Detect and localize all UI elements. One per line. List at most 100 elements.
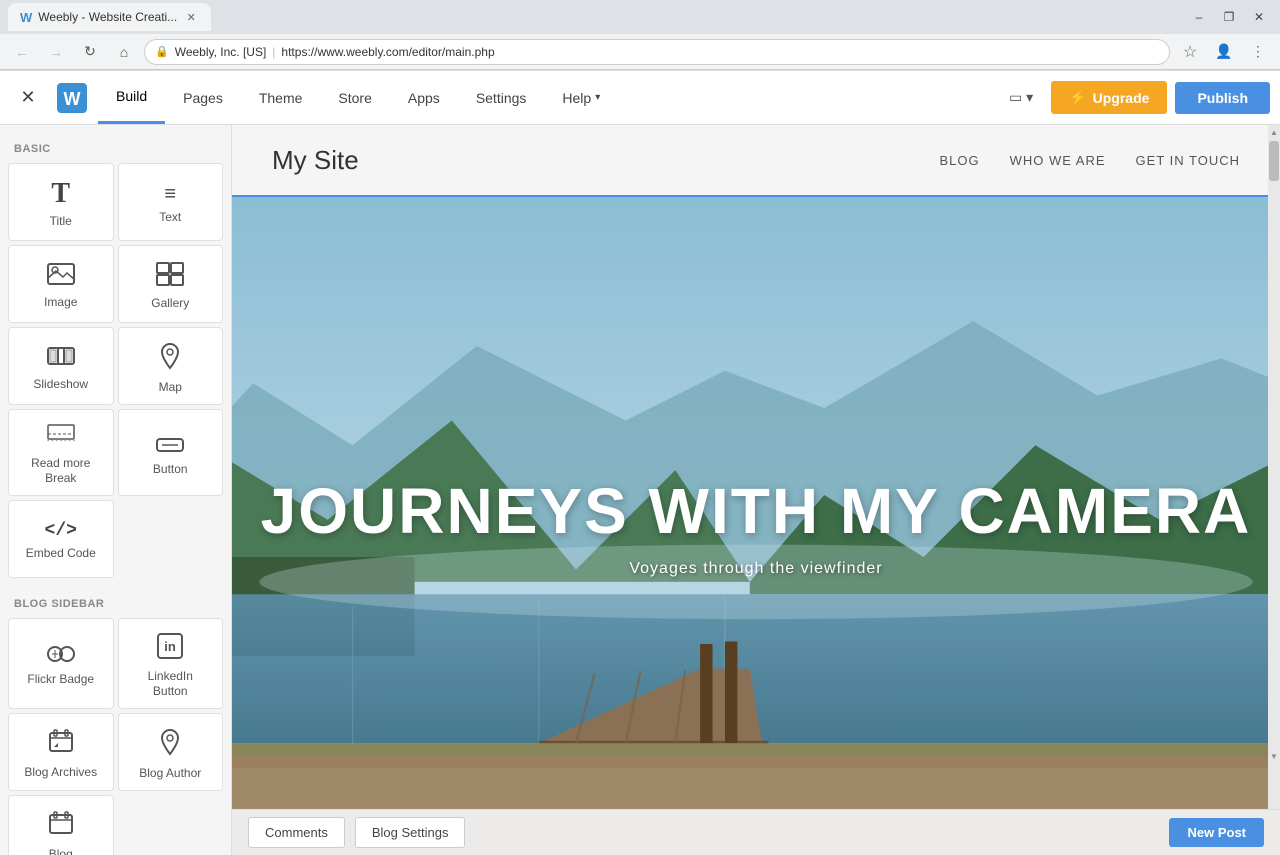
sidebar-grid-blog: Flickr Badge in LinkedInButton xyxy=(0,614,231,855)
sidebar-item-button-label: Button xyxy=(153,462,188,476)
browser-titlebar: W Weebly - Website Creati... ✕ – ❐ ✕ xyxy=(0,0,1280,34)
sidebar-item-blog[interactable]: Blog xyxy=(8,795,114,855)
slideshow-icon xyxy=(47,345,75,371)
minimize-button[interactable]: – xyxy=(1186,4,1212,30)
window-controls: – ❐ ✕ xyxy=(1186,4,1272,30)
nav-right: ▭ ▾ Upgrade Publish xyxy=(999,81,1270,114)
preview-icon: ▭ xyxy=(1009,89,1022,106)
forward-button[interactable]: → xyxy=(42,38,70,66)
new-post-button[interactable]: New Post xyxy=(1169,818,1264,847)
site-nav-whoweare[interactable]: WHO WE ARE xyxy=(1010,153,1106,168)
profile-button[interactable]: 👤 xyxy=(1210,38,1238,66)
sidebar-item-text-label: Text xyxy=(159,210,181,224)
top-nav: ✕ W Build Pages Theme Store Apps Setting… xyxy=(0,71,1280,125)
editor-area: My Site BLOG WHO WE ARE GET IN TOUCH xyxy=(232,125,1280,855)
sidebar-item-title-label: Title xyxy=(50,214,72,228)
blogarchives-svg-icon xyxy=(48,729,74,755)
sidebar-item-blogarchives[interactable]: Blog Archives xyxy=(8,713,114,791)
home-button[interactable]: ⌂ xyxy=(110,38,138,66)
scroll-down-button[interactable]: ▼ xyxy=(1268,749,1280,763)
sidebar-grid-basic: T Title ≡ Text Image xyxy=(0,159,231,582)
close-editor-button[interactable]: ✕ xyxy=(10,80,46,116)
readmore-svg-icon: - - - - - - - xyxy=(47,424,75,446)
address-bar[interactable]: 🔒 Weebly, Inc. [US] | https://www.weebly… xyxy=(144,39,1170,65)
svg-text:W: W xyxy=(64,89,81,109)
site-nav-getintouch[interactable]: GET IN TOUCH xyxy=(1136,153,1240,168)
button-icon xyxy=(156,434,184,456)
tab-close-btn[interactable]: ✕ xyxy=(183,9,199,25)
browser-addressbar: ← → ↻ ⌂ 🔒 Weebly, Inc. [US] | https://ww… xyxy=(0,34,1280,70)
publish-button[interactable]: Publish xyxy=(1175,82,1270,114)
site-nav-blog[interactable]: BLOG xyxy=(939,153,979,168)
nav-item-pages[interactable]: Pages xyxy=(165,71,241,124)
nav-item-pages-label: Pages xyxy=(183,90,223,106)
nav-item-apps[interactable]: Apps xyxy=(390,71,458,124)
sidebar-item-embedcode-label: Embed Code xyxy=(26,546,96,560)
sidebar-item-readmore[interactable]: - - - - - - - Read moreBreak xyxy=(8,409,114,496)
hero-area: JOURNEYS WITH MY CAMERA Voyages through … xyxy=(232,197,1280,855)
sidebar-item-slideshow[interactable]: Slideshow xyxy=(8,327,114,405)
sidebar-item-flickr-label: Flickr Badge xyxy=(27,672,94,686)
blog-icon xyxy=(48,811,74,841)
preview-caret: ▾ xyxy=(1026,89,1033,106)
gallery-svg-icon xyxy=(156,262,184,286)
nav-item-help-label: Help xyxy=(562,90,591,106)
site-title: My Site xyxy=(272,145,939,176)
image-svg-icon xyxy=(47,263,75,285)
tab-favicon: W xyxy=(20,10,32,25)
nav-item-apps-label: Apps xyxy=(408,90,440,106)
blogauthor-svg-icon xyxy=(158,728,182,756)
embedcode-icon: </> xyxy=(45,522,77,540)
gallery-icon xyxy=(156,262,184,290)
refresh-button[interactable]: ↻ xyxy=(76,38,104,66)
blog-settings-button[interactable]: Blog Settings xyxy=(355,817,466,848)
blog-svg-icon xyxy=(48,811,74,837)
upgrade-button[interactable]: Upgrade xyxy=(1051,81,1167,114)
sidebar-item-blogauthor[interactable]: Blog Author xyxy=(118,713,224,791)
sidebar-item-flickrbadge[interactable]: Flickr Badge xyxy=(8,618,114,709)
linkedin-icon: in xyxy=(157,633,183,663)
nav-item-theme[interactable]: Theme xyxy=(241,71,321,124)
nav-item-settings[interactable]: Settings xyxy=(458,71,545,124)
nav-item-settings-label: Settings xyxy=(476,90,527,106)
address-url: https://www.weebly.com/editor/main.php xyxy=(281,45,494,59)
nav-item-build[interactable]: Build xyxy=(98,71,165,124)
sidebar-item-map-label: Map xyxy=(159,380,182,394)
extensions-button[interactable]: ⋮ xyxy=(1244,38,1272,66)
nav-item-store-label: Store xyxy=(338,90,371,106)
bookmark-button[interactable]: ☆ xyxy=(1176,38,1204,66)
bottom-toolbar: Comments Blog Settings New Post xyxy=(232,809,1280,855)
scroll-thumb[interactable] xyxy=(1269,141,1279,181)
sidebar-item-text[interactable]: ≡ Text xyxy=(118,163,224,241)
sidebar-item-linkedin[interactable]: in LinkedInButton xyxy=(118,618,224,709)
nav-item-help[interactable]: Help ▾ xyxy=(544,71,618,124)
scroll-up-button[interactable]: ▲ xyxy=(1268,125,1280,139)
address-secure-text: Weebly, Inc. [US] xyxy=(175,45,267,59)
comments-button[interactable]: Comments xyxy=(248,817,345,848)
sidebar-item-blog-label: Blog xyxy=(49,847,73,855)
linkedin-svg-icon: in xyxy=(157,633,183,659)
sidebar-item-blogarchives-label: Blog Archives xyxy=(24,765,97,779)
sidebar-section-basic: BASIC xyxy=(0,135,231,159)
sidebar-item-image[interactable]: Image xyxy=(8,245,114,323)
sidebar-item-slideshow-label: Slideshow xyxy=(33,377,88,391)
sidebar-item-button[interactable]: Button xyxy=(118,409,224,496)
preview-button[interactable]: ▭ ▾ xyxy=(999,81,1043,114)
nav-item-store[interactable]: Store xyxy=(320,71,389,124)
sidebar-item-readmore-label: Read moreBreak xyxy=(31,456,90,485)
close-button[interactable]: ✕ xyxy=(1246,4,1272,30)
back-button[interactable]: ← xyxy=(8,38,36,66)
button-svg-icon xyxy=(156,438,184,452)
svg-text:- - - - - - -: - - - - - - - xyxy=(47,438,75,445)
nav-item-theme-label: Theme xyxy=(259,90,303,106)
sidebar-item-map[interactable]: Map xyxy=(118,327,224,405)
nav-item-build-label: Build xyxy=(116,88,147,104)
flickr-svg-icon xyxy=(47,646,75,662)
hero-title: JOURNEYS WITH MY CAMERA xyxy=(261,474,1252,548)
sidebar-item-gallery[interactable]: Gallery xyxy=(118,245,224,323)
sidebar-item-embedcode[interactable]: </> Embed Code xyxy=(8,500,114,578)
sidebar-item-linkedin-label: LinkedInButton xyxy=(148,669,193,698)
sidebar-item-title[interactable]: T Title xyxy=(8,163,114,241)
restore-button[interactable]: ❐ xyxy=(1216,4,1242,30)
scrollbar[interactable]: ▲ ▼ xyxy=(1268,125,1280,809)
